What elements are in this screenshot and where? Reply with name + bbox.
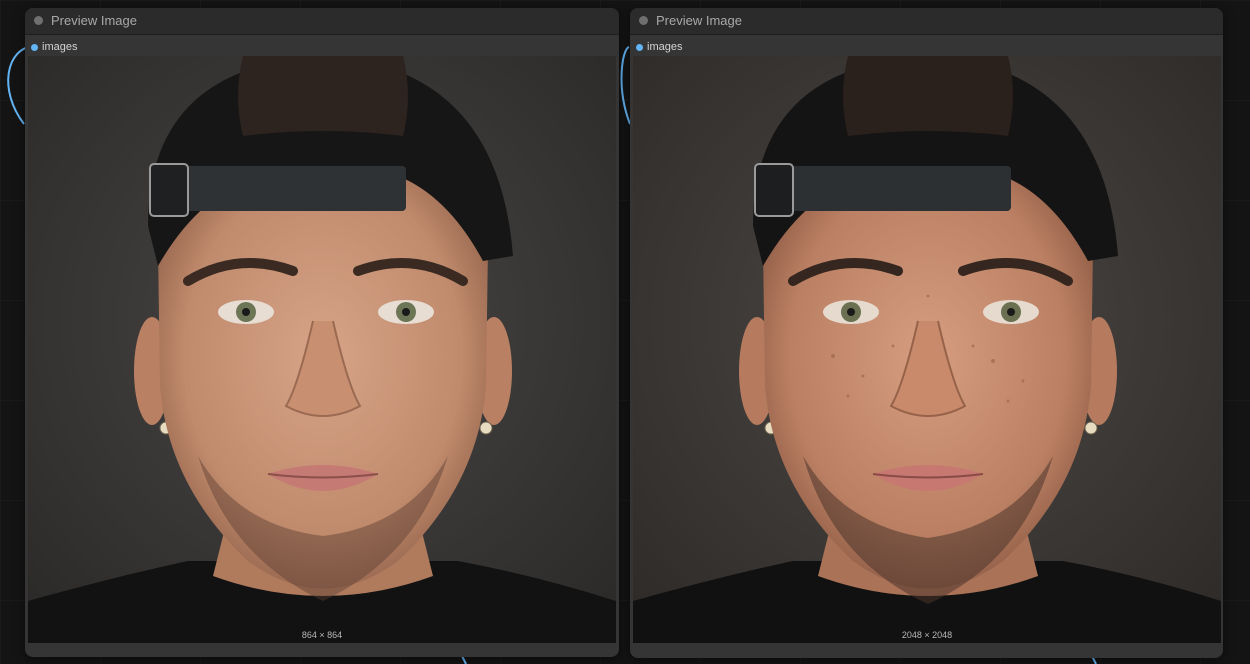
preview-image[interactable]: 2048 × 2048 bbox=[633, 56, 1221, 643]
input-slot-label: images bbox=[42, 41, 78, 53]
node-title: Preview Image bbox=[51, 13, 137, 28]
node-header[interactable]: Preview Image bbox=[630, 8, 1223, 35]
portrait-image-1 bbox=[28, 56, 616, 643]
input-slot-images[interactable] bbox=[636, 44, 643, 51]
input-slot-label: images bbox=[647, 41, 683, 53]
collapse-toggle-icon[interactable] bbox=[639, 16, 648, 25]
preview-image-node-1[interactable]: Preview Image images 864 × 864 bbox=[25, 8, 619, 657]
input-slot-images[interactable] bbox=[31, 44, 38, 51]
image-size-label: 864 × 864 bbox=[301, 630, 343, 640]
preview-image-node-2[interactable]: Preview Image images 2048 × 2048 bbox=[630, 8, 1223, 658]
image-size-label: 2048 × 2048 bbox=[901, 630, 953, 640]
node-title: Preview Image bbox=[656, 13, 742, 28]
wire-middle bbox=[620, 46, 631, 125]
wire-bottom-left bbox=[461, 655, 467, 664]
portrait-image-2 bbox=[633, 56, 1221, 643]
collapse-toggle-icon[interactable] bbox=[34, 16, 43, 25]
node-header[interactable]: Preview Image bbox=[25, 8, 619, 35]
preview-image[interactable]: 864 × 864 bbox=[28, 56, 616, 643]
